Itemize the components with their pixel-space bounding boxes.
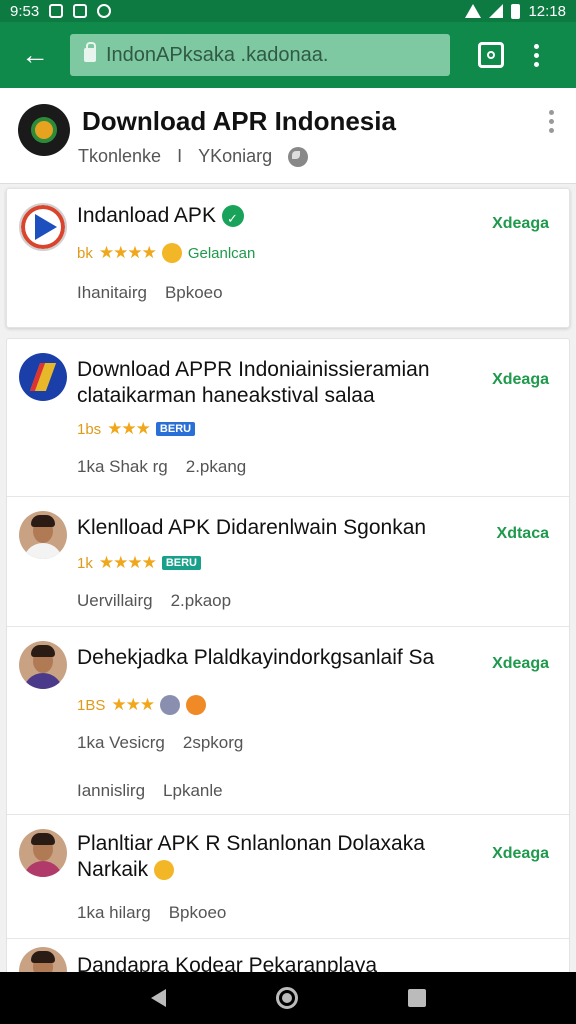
wifi-icon [465, 4, 482, 18]
download-button[interactable]: Xdeaga [492, 655, 549, 673]
item-meta: Ihanitairg Bpkoeo [77, 283, 223, 302]
emoji-icon [186, 695, 207, 715]
overflow-menu-button[interactable] [534, 43, 539, 67]
page-title: Download APR Indonesia [82, 106, 396, 136]
list-group: Download APPR Indoniainissieramian clata… [6, 338, 570, 980]
chat-notification-icon [97, 4, 112, 18]
subtitle-part-b: YKoniarg [198, 146, 273, 166]
star-icon: ★★★★ [98, 243, 157, 262]
star-icon: ★★★★ [98, 553, 157, 572]
app-icon [19, 203, 67, 251]
tab-switcher-icon [487, 51, 495, 59]
item-title: Download APPR Indoniainissieramian clata… [77, 358, 430, 407]
list-item[interactable]: Klenlload APK Didarenlwain Sgonkan 1k ★★… [7, 497, 569, 627]
item-rating: bk ★★★★ Gelanlcan [77, 243, 255, 263]
item-meta-secondary: Iannislirg Lpkanle [77, 781, 223, 800]
app-icon [19, 353, 67, 401]
verified-icon [221, 205, 244, 232]
new-badge: BERU [155, 422, 196, 436]
list-item[interactable]: Dehekjadka Plaldkayindorkgsanlaif Sa 1BS… [7, 627, 569, 815]
item-tag: Gelanlcan [187, 244, 256, 262]
item-rating: 1k ★★★★ BERU [77, 553, 201, 573]
item-meta: 1ka hilarg Bpkoeo [77, 903, 227, 922]
developer-avatar [19, 829, 67, 877]
page-header: Download APR Indonesia Tkonlenke I YKoni… [0, 88, 576, 184]
url-bar[interactable]: IndonAPksaka .kadonaa. [70, 34, 450, 76]
subtitle-separator: I [177, 146, 183, 166]
item-title: Klenlload APK Didarenlwain Sgonkan [77, 516, 427, 539]
item-title: Planltiar APK R Snlanlonan Dolaxaka Nark… [77, 832, 425, 881]
item-meta: 1ka Shak rg 2.pkang [77, 457, 247, 476]
star-icon: ★★★ [111, 695, 155, 714]
mail-notification-icon [73, 4, 88, 18]
download-button[interactable]: Xdtaca [497, 525, 549, 543]
arrow-left-icon: ← [21, 39, 49, 70]
globe-icon[interactable] [288, 146, 309, 167]
emoji-icon [154, 860, 175, 881]
item-title: Dehekjadka Plaldkayindorkgsanlaif Sa [77, 646, 435, 669]
app-logo [18, 104, 70, 156]
item-title: Indanload APK [77, 203, 477, 232]
developer-avatar [19, 641, 67, 689]
developer-avatar [19, 511, 67, 559]
tabs-button[interactable] [478, 42, 504, 68]
battery-icon [511, 3, 521, 19]
system-nav-bar [0, 972, 576, 1024]
item-meta: 1ka Vesicrg 2spkorg [77, 733, 244, 752]
clock-right: 12:18 [528, 2, 566, 20]
nav-home-icon[interactable] [275, 987, 298, 1009]
lock-icon [84, 42, 96, 62]
nav-back-icon[interactable] [150, 989, 166, 1007]
app-list: Indanload APK bk ★★★★ Gelanlcan Ihanitai… [0, 188, 576, 980]
url-text: IndonAPksaka .kadonaa. [106, 43, 329, 66]
emoji-icon [160, 695, 181, 715]
back-button[interactable]: ← [0, 22, 70, 88]
new-badge: BERU [161, 556, 201, 570]
list-item[interactable]: Indanload APK bk ★★★★ Gelanlcan Ihanitai… [6, 188, 570, 328]
page-subtitle: Tkonlenke I YKoniarg [78, 146, 309, 167]
star-icon: ★★★ [107, 419, 151, 438]
status-bar: 9:53 12:18 [0, 0, 576, 22]
download-button[interactable]: Xdeaga [492, 371, 549, 389]
download-button[interactable]: Xdeaga [492, 845, 549, 863]
list-item[interactable]: Planltiar APK R Snlanlonan Dolaxaka Nark… [7, 815, 569, 939]
item-rating: 1BS ★★★ [77, 695, 207, 715]
gallery-notification-icon [49, 4, 64, 18]
item-rating: 1bs ★★★ BERU [77, 419, 196, 439]
rating-prefix: bk [77, 244, 93, 262]
list-item[interactable]: Download APPR Indoniainissieramian clata… [7, 339, 569, 497]
emoji-icon [161, 243, 182, 263]
clock: 9:53 [10, 2, 40, 20]
header-more-button[interactable] [549, 110, 554, 133]
item-meta: Uervillairg 2.pkaop [77, 591, 232, 610]
download-button[interactable]: Xdeaga [492, 215, 549, 233]
nav-recents-icon[interactable] [407, 989, 426, 1007]
subtitle-part-a: Tkonlenke [78, 146, 162, 166]
signal-icon [489, 4, 504, 18]
browser-toolbar: ← IndonAPksaka .kadonaa. [0, 22, 576, 88]
